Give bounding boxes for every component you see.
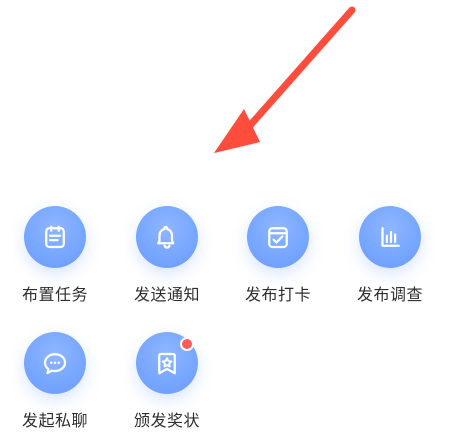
chat-bubble-icon: [43, 353, 67, 375]
feature-grid: 布置任务 发送通知 发布打卡 发布调查 发起私聊 颁发奖状: [0, 0, 472, 437]
bar-chart-icon: [381, 227, 400, 247]
send-notice-icon-circle: [136, 206, 198, 268]
feature-send-notice[interactable]: 发送通知: [115, 206, 219, 306]
feature-assign-task[interactable]: 布置任务: [3, 206, 107, 306]
feature-label: 布置任务: [21, 285, 88, 304]
feature-private-chat[interactable]: 发起私聊: [3, 332, 107, 432]
calendar-list-icon: [45, 225, 65, 249]
new-badge-dot: [180, 337, 194, 351]
issue-award-icon-circle: [136, 332, 198, 394]
feature-label: 发布调查: [356, 285, 423, 304]
feature-label: 颁发奖状: [133, 411, 200, 430]
publish-checkin-icon-circle: [247, 206, 309, 268]
assign-task-icon-circle: [24, 206, 86, 268]
feature-publish-survey[interactable]: 发布调查: [338, 206, 442, 306]
private-chat-icon-circle: [24, 332, 86, 394]
feature-publish-checkin[interactable]: 发布打卡: [226, 206, 330, 306]
award-ribbon-icon: [158, 352, 176, 375]
feature-label: 发起私聊: [21, 411, 88, 430]
publish-survey-icon-circle: [359, 206, 421, 268]
feature-label: 发布打卡: [244, 285, 311, 304]
calendar-check-icon: [268, 227, 288, 249]
bell-icon: [157, 225, 175, 249]
feature-label: 发送通知: [133, 285, 200, 304]
feature-issue-award[interactable]: 颁发奖状: [115, 332, 219, 432]
